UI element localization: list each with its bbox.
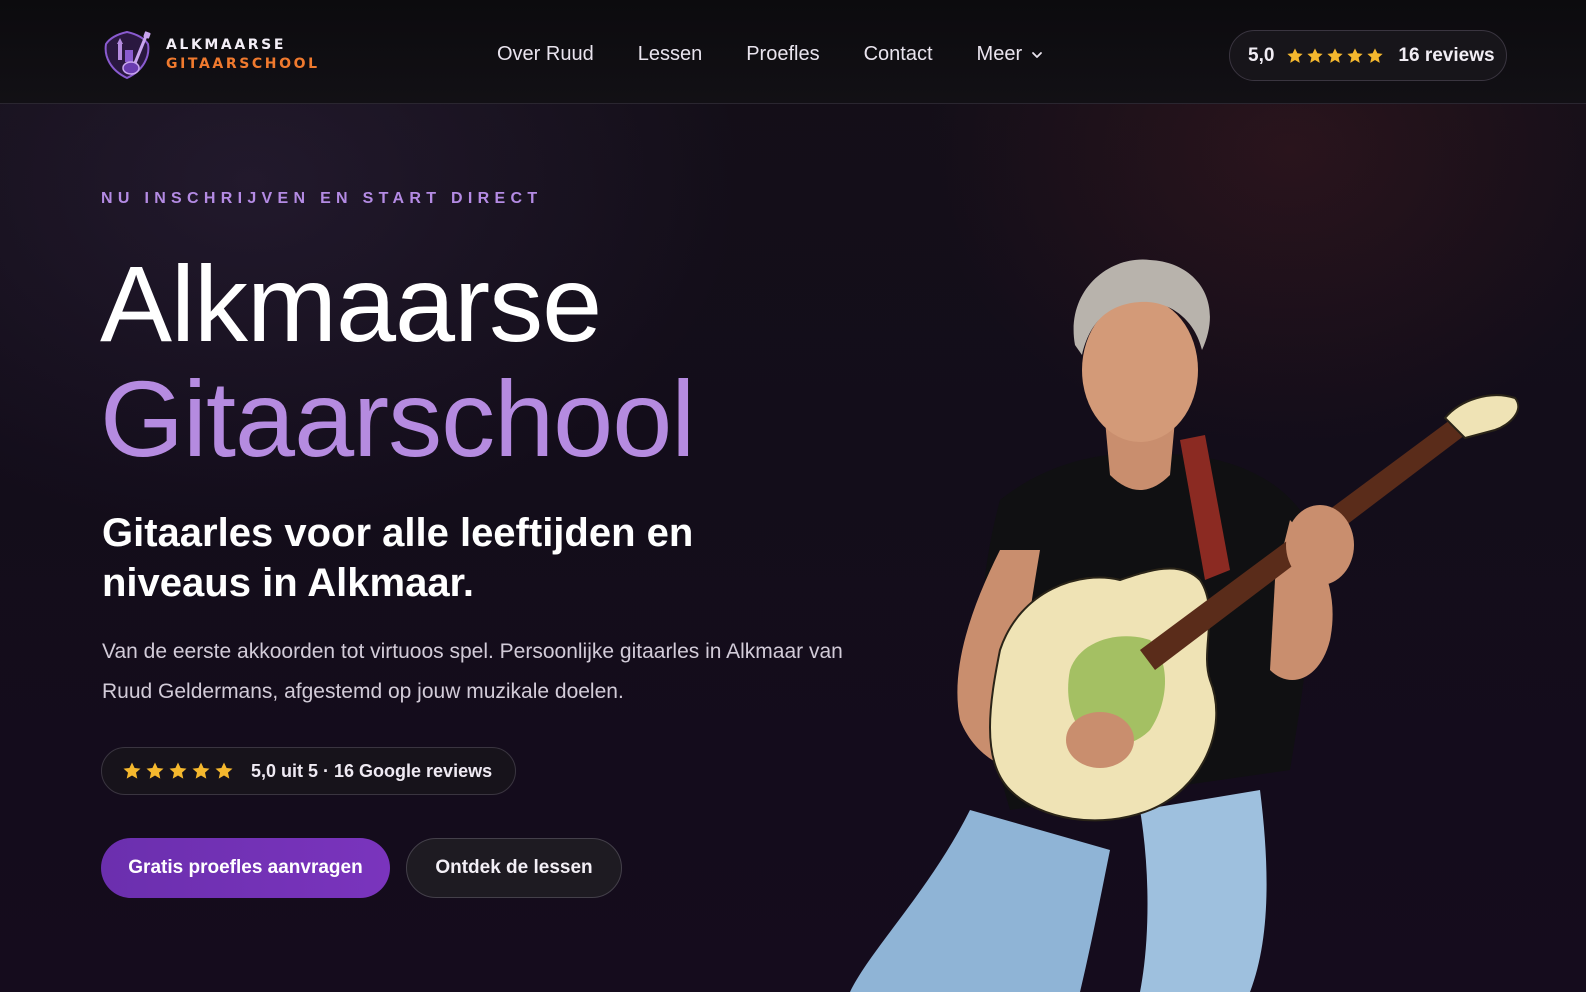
nav-lessen-label: Lessen (637, 43, 703, 65)
chevron-down-icon (1032, 51, 1043, 58)
logo-line-2: GITAARSCHOOL (166, 56, 320, 72)
badge-stars (122, 761, 237, 781)
hero-description: Van de eerste akkoorden tot virtuoos spe… (102, 640, 843, 703)
nav-contact-label: Contact (863, 43, 933, 65)
google-review-badge: 5,0 uit 5 · 16 Google reviews (101, 747, 516, 795)
star-icon (215, 762, 233, 779)
hero-title-line-2: Gitaarschool (100, 358, 695, 479)
hero-subtitle: Gitaarles voor alle leeftijden en niveau… (102, 511, 694, 605)
hero-title-line-1: Alkmaarse (100, 243, 602, 364)
star-icon (169, 762, 187, 779)
star-icon (1327, 47, 1344, 63)
star-icon (123, 762, 141, 779)
rating-review-count: 16 reviews (1398, 44, 1495, 66)
rating-stars (1286, 47, 1386, 65)
site-header: ALKMAARSE GITAARSCHOOL Over Ruud Lessen … (0, 0, 1586, 104)
nav-over-ruud-label: Over Ruud (497, 43, 594, 65)
main-nav: Over Ruud Lessen Proefles Contact Meer (497, 43, 1088, 66)
star-icon (1287, 47, 1304, 63)
nav-proefles-label: Proefles (746, 43, 820, 65)
star-icon (1367, 47, 1384, 63)
teacher-with-guitar-photo (850, 259, 1520, 992)
nav-meer-dropdown[interactable]: Meer (977, 43, 1045, 66)
nav-proefles[interactable]: Proefles (746, 43, 819, 66)
star-icon (1347, 47, 1364, 63)
star-icon (146, 762, 164, 779)
star-icon (1307, 47, 1324, 63)
discover-lessons-button[interactable]: Ontdek de lessen (406, 838, 622, 898)
nav-meer-label: Meer (976, 43, 1023, 65)
logo-wordmark: ALKMAARSE GITAARSCHOOL (166, 36, 320, 74)
nav-contact[interactable]: Contact (864, 43, 933, 66)
rating-score: 5,0 (1248, 44, 1275, 66)
star-icon (192, 762, 210, 779)
hero-eyebrow: NU INSCHRIJVEN EN START DIRECT (101, 190, 543, 207)
header-rating-badge[interactable]: 5,0 16 reviews (1229, 30, 1507, 81)
nav-lessen[interactable]: Lessen (638, 43, 703, 66)
review-badge-text: 5,0 uit 5 · 16 Google reviews (251, 760, 493, 781)
guitar-logo-icon (104, 30, 151, 80)
free-trial-lesson-button[interactable]: Gratis proefles aanvragen (101, 838, 390, 898)
nav-over-ruud[interactable]: Over Ruud (497, 43, 594, 66)
logo-line-1: ALKMAARSE (166, 37, 287, 53)
site-logo[interactable]: ALKMAARSE GITAARSCHOOL (100, 28, 320, 82)
